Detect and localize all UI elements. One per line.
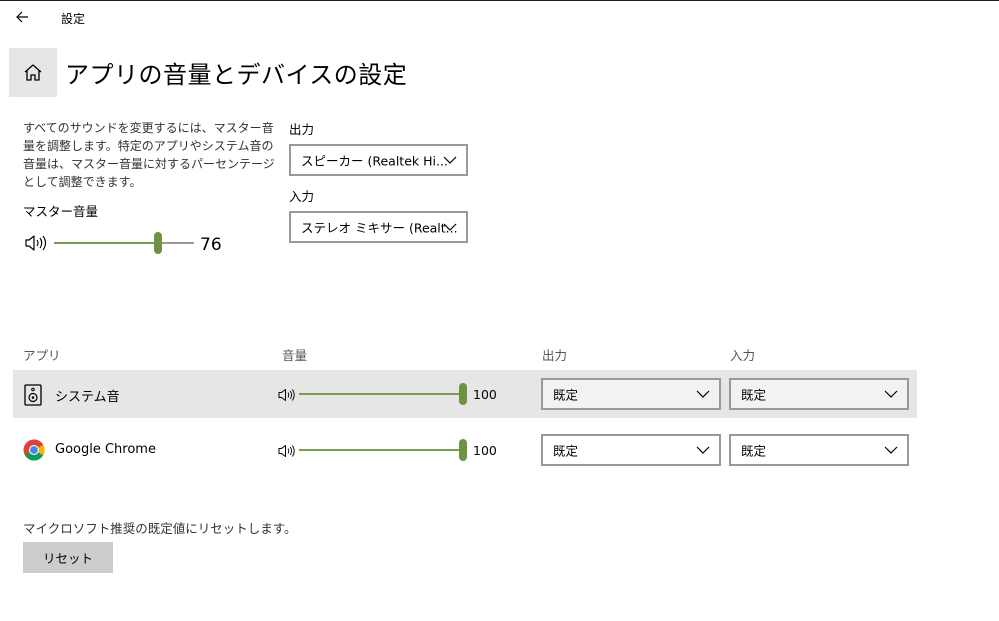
- master-description: すべてのサウンドを変更するには、マスター音量を調整します。特定のアプリやシステム…: [23, 121, 275, 189]
- app-input-value: 既定: [741, 387, 767, 403]
- home-icon: [24, 64, 42, 81]
- speaker-icon[interactable]: [278, 387, 296, 406]
- speaker-icon[interactable]: [24, 234, 48, 256]
- app-volume-value: 100: [473, 443, 497, 458]
- reset-description: マイクロソフト推奨の既定値にリセットします。: [23, 521, 297, 536]
- slider-thumb[interactable]: [459, 383, 467, 405]
- input-label: 入力: [289, 189, 315, 204]
- slider-fill: [299, 393, 463, 395]
- home-button[interactable]: [9, 48, 57, 97]
- output-label: 出力: [289, 122, 315, 137]
- chevron-down-icon: [443, 156, 457, 164]
- window-title: 設定: [61, 12, 86, 26]
- chevron-down-icon: [443, 223, 457, 231]
- slider-fill: [299, 449, 463, 451]
- chevron-down-icon: [696, 446, 710, 454]
- window-top-border: [0, 0, 999, 1]
- slider-fill: [54, 242, 158, 244]
- chevron-down-icon: [884, 446, 898, 454]
- column-header-input: 入力: [730, 348, 756, 363]
- chrome-icon: [23, 439, 45, 465]
- reset-button[interactable]: リセット: [23, 542, 113, 573]
- app-input-select[interactable]: 既定: [729, 378, 909, 410]
- app-output-value: 既定: [553, 443, 579, 459]
- app-output-select[interactable]: 既定: [541, 434, 721, 466]
- system-sounds-icon: [23, 384, 43, 410]
- speaker-icon[interactable]: [278, 443, 296, 462]
- chevron-down-icon: [696, 390, 710, 398]
- app-volume-slider[interactable]: [299, 439, 467, 461]
- column-header-volume: 音量: [282, 348, 308, 363]
- page-title: アプリの音量とデバイスの設定: [65, 61, 408, 89]
- back-button[interactable]: [10, 7, 36, 27]
- app-volume-slider[interactable]: [299, 383, 467, 405]
- back-arrow-icon: [16, 11, 28, 23]
- column-header-output: 出力: [542, 348, 568, 363]
- input-device-select[interactable]: ステレオ ミキサー (Realt...: [289, 211, 468, 243]
- app-volume-value: 100: [473, 387, 497, 402]
- input-device-value: ステレオ ミキサー (Realt...: [301, 220, 458, 236]
- app-name: Google Chrome: [55, 442, 156, 457]
- output-device-value: スピーカー (Realtek Hi...: [301, 153, 448, 169]
- chevron-down-icon: [884, 390, 898, 398]
- app-output-select[interactable]: 既定: [541, 378, 721, 410]
- slider-thumb[interactable]: [154, 232, 162, 254]
- column-header-app: アプリ: [23, 348, 61, 363]
- output-device-select[interactable]: スピーカー (Realtek Hi...: [289, 144, 468, 176]
- master-volume-label: マスター音量: [23, 204, 99, 219]
- slider-thumb[interactable]: [459, 439, 467, 461]
- app-output-value: 既定: [553, 387, 579, 403]
- app-input-value: 既定: [741, 443, 767, 459]
- app-name: システム音: [55, 390, 120, 405]
- table-row: システム音 100 既定 既定: [13, 370, 917, 418]
- master-volume-slider[interactable]: [54, 232, 194, 254]
- app-input-select[interactable]: 既定: [729, 434, 909, 466]
- table-row: Google Chrome 100 既定 既定: [13, 426, 917, 474]
- master-volume-value: 76: [200, 235, 222, 255]
